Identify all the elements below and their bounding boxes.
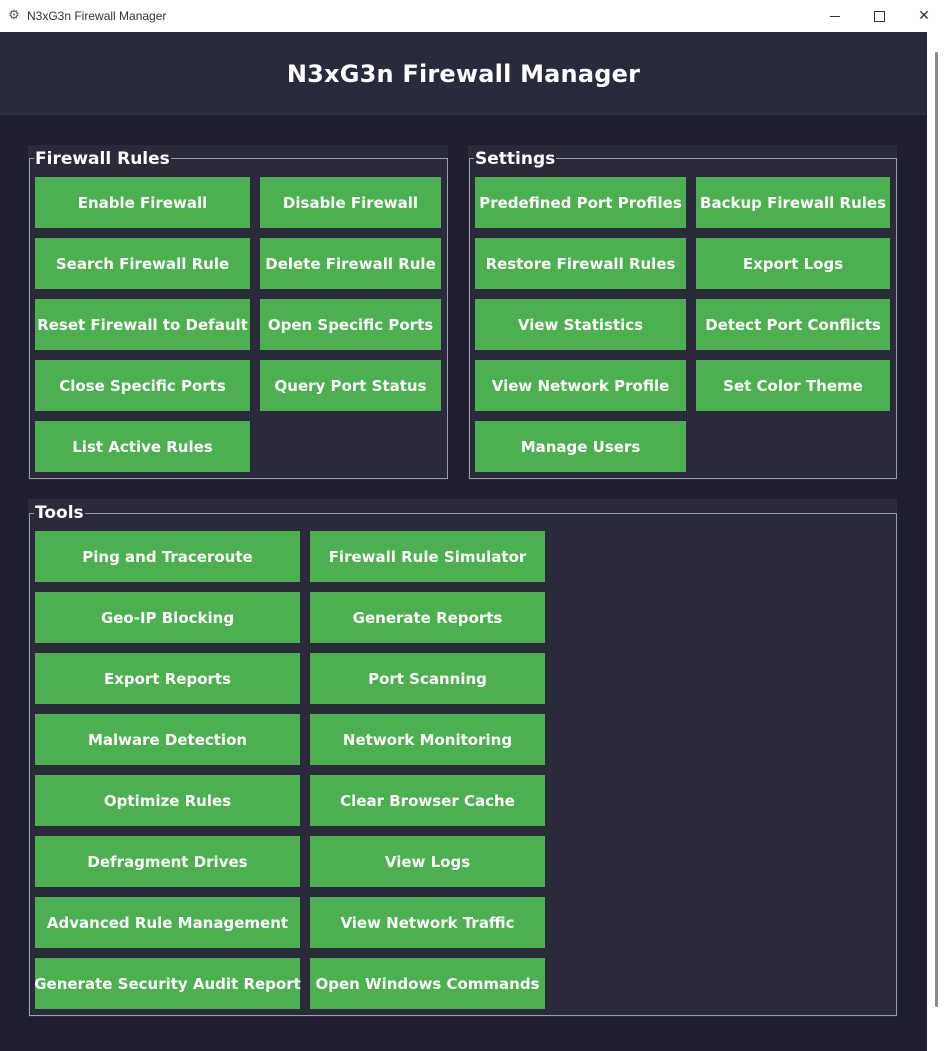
predefined-port-profiles-button[interactable]: Predefined Port Profiles <box>475 177 686 228</box>
reset-firewall-button[interactable]: Reset Firewall to Default <box>35 299 250 350</box>
firewall-rules-group: Firewall Rules Enable Firewall Disable F… <box>28 145 448 480</box>
minimize-button[interactable] <box>812 0 858 32</box>
firewall-rules-title: Firewall Rules <box>34 149 171 169</box>
firewall-rule-simulator-button[interactable]: Firewall Rule Simulator <box>310 531 545 582</box>
set-color-theme-button[interactable]: Set Color Theme <box>696 360 890 411</box>
defragment-drives-button[interactable]: Defragment Drives <box>35 836 300 887</box>
gear-icon: ⚙ <box>8 8 20 23</box>
search-firewall-rule-button[interactable]: Search Firewall Rule <box>35 238 250 289</box>
export-logs-button[interactable]: Export Logs <box>696 238 890 289</box>
enable-firewall-button[interactable]: Enable Firewall <box>35 177 250 228</box>
optimize-rules-button[interactable]: Optimize Rules <box>35 775 300 826</box>
network-monitoring-button[interactable]: Network Monitoring <box>310 714 545 765</box>
tools-title: Tools <box>34 503 85 523</box>
manage-users-button[interactable]: Manage Users <box>475 421 686 472</box>
geo-ip-blocking-button[interactable]: Geo-IP Blocking <box>35 592 300 643</box>
open-specific-ports-button[interactable]: Open Specific Ports <box>260 299 441 350</box>
port-scanning-button[interactable]: Port Scanning <box>310 653 545 704</box>
app-header: N3xG3n Firewall Manager <box>0 32 927 115</box>
close-button[interactable]: ✕ <box>901 0 947 32</box>
scrollbar-thumb[interactable] <box>935 52 938 1007</box>
view-statistics-button[interactable]: View Statistics <box>475 299 686 350</box>
window-titlebar[interactable]: ⚙ N3xG3n Firewall Manager ✕ <box>0 0 947 33</box>
open-windows-commands-button[interactable]: Open Windows Commands <box>310 958 545 1009</box>
maximize-icon <box>873 10 885 22</box>
close-specific-ports-button[interactable]: Close Specific Ports <box>35 360 250 411</box>
settings-title: Settings <box>474 149 557 169</box>
generate-security-audit-report-button[interactable]: Generate Security Audit Report <box>34 958 301 1009</box>
page-title: N3xG3n Firewall Manager <box>286 60 641 88</box>
minimize-icon <box>830 15 840 17</box>
clear-browser-cache-button[interactable]: Clear Browser Cache <box>310 775 545 826</box>
vertical-scrollbar[interactable] <box>927 32 947 1051</box>
view-network-profile-button[interactable]: View Network Profile <box>475 360 686 411</box>
query-port-status-button[interactable]: Query Port Status <box>260 360 441 411</box>
ping-traceroute-button[interactable]: Ping and Traceroute <box>35 531 300 582</box>
settings-group: Settings Predefined Port Profiles Backup… <box>468 145 897 480</box>
restore-firewall-rules-button[interactable]: Restore Firewall Rules <box>475 238 686 289</box>
close-icon: ✕ <box>918 8 930 24</box>
export-reports-button[interactable]: Export Reports <box>35 653 300 704</box>
maximize-button[interactable] <box>856 0 902 32</box>
generate-reports-button[interactable]: Generate Reports <box>310 592 545 643</box>
detect-port-conflicts-button[interactable]: Detect Port Conflicts <box>696 299 890 350</box>
view-network-traffic-button[interactable]: View Network Traffic <box>310 897 545 948</box>
window-title: N3xG3n Firewall Manager <box>27 9 167 23</box>
list-active-rules-button[interactable]: List Active Rules <box>35 421 250 472</box>
view-logs-button[interactable]: View Logs <box>310 836 545 887</box>
tools-group: Tools Ping and Traceroute Firewall Rule … <box>28 499 897 1017</box>
disable-firewall-button[interactable]: Disable Firewall <box>260 177 441 228</box>
backup-firewall-rules-button[interactable]: Backup Firewall Rules <box>696 177 890 228</box>
malware-detection-button[interactable]: Malware Detection <box>35 714 300 765</box>
advanced-rule-management-button[interactable]: Advanced Rule Management <box>35 897 300 948</box>
delete-firewall-rule-button[interactable]: Delete Firewall Rule <box>260 238 441 289</box>
